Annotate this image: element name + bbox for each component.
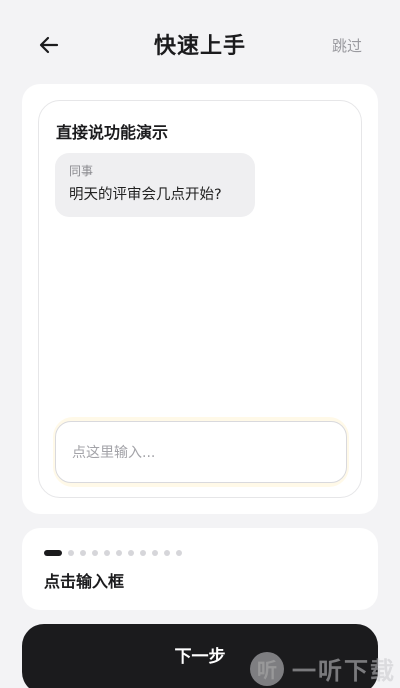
demo-frame: 直接说功能演示 同事 明天的评审会几点开始? 点这里输入... <box>38 100 362 498</box>
demo-title: 直接说功能演示 <box>56 123 169 142</box>
step-dot <box>164 550 170 556</box>
step-dot <box>68 550 74 556</box>
message-sender: 同事 <box>69 164 94 178</box>
input-placeholder: 点这里输入... <box>72 445 156 461</box>
watermark: 听 一听下载 <box>250 651 396 686</box>
step-dot <box>80 550 86 556</box>
demo-card: 直接说功能演示 同事 明天的评审会几点开始? 点这里输入... <box>22 84 378 514</box>
skip-button[interactable]: 跳过 <box>332 35 362 56</box>
watermark-text: 一听下载 <box>292 657 396 685</box>
message-text: 明天的评审会几点开始? <box>69 187 222 203</box>
step-label: 点击输入框 <box>44 572 125 591</box>
watermark-logo-icon: 听 <box>250 651 284 686</box>
step-indicator <box>44 550 182 556</box>
step-dot <box>104 550 110 556</box>
step-dot <box>140 550 146 556</box>
message-bubble: 同事 明天的评审会几点开始? <box>55 153 255 217</box>
step-dot <box>176 550 182 556</box>
step-dot <box>92 550 98 556</box>
step-dot <box>116 550 122 556</box>
step-dot <box>152 550 158 556</box>
step-dot-active <box>44 550 62 556</box>
message-input[interactable]: 点这里输入... <box>55 421 347 483</box>
header-bar: 快速上手 跳过 <box>0 0 400 88</box>
step-dot <box>128 550 134 556</box>
step-card: 点击输入框 <box>22 528 378 610</box>
